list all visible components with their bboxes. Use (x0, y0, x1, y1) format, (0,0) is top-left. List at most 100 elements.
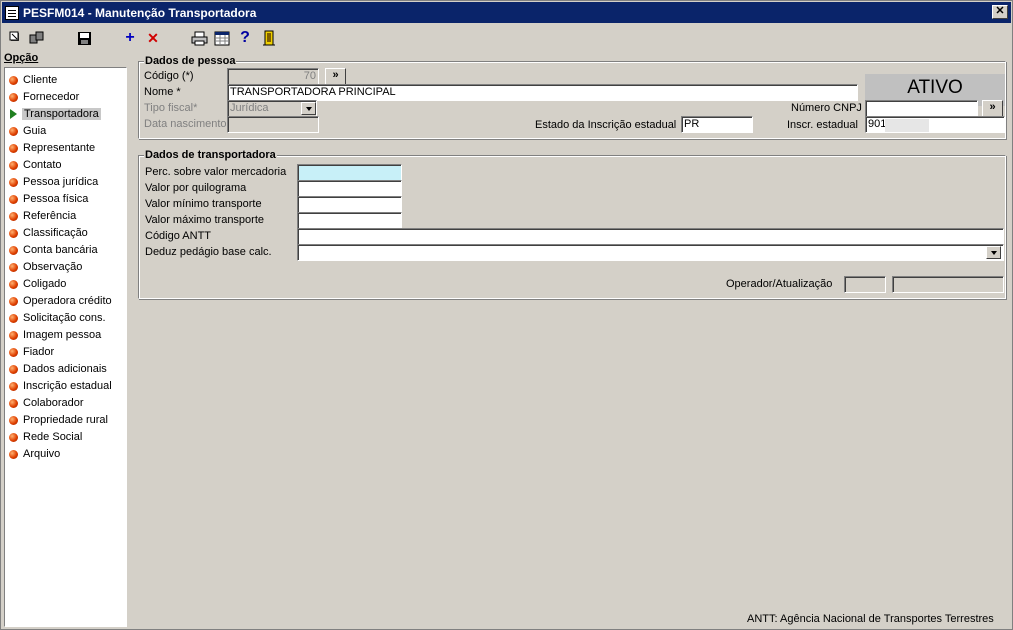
sidebar-item-label: Pessoa jurídica (23, 176, 99, 188)
sidebar-item-label: Pessoa física (23, 193, 89, 205)
sidebar-item-label: Cliente (23, 74, 58, 86)
bullet-icon (9, 160, 18, 170)
valor-kg-field[interactable] (297, 180, 402, 197)
sidebar-item-classificacao[interactable]: Classificação (9, 225, 88, 241)
perc-field[interactable] (297, 164, 402, 181)
inscr-estadual-label: Inscr. estadual (787, 119, 858, 131)
sidebar-item-fornecedor[interactable]: Fornecedor (9, 89, 79, 105)
grid-icon[interactable] (212, 28, 232, 48)
sidebar-item-guia[interactable]: Guia (9, 123, 46, 139)
first-icon[interactable] (6, 28, 26, 48)
sidebar-item-referencia[interactable]: Referência (9, 208, 76, 224)
sidebar-item-rede-social[interactable]: Rede Social (9, 429, 82, 445)
data-nascimento-label: Data nascimento (144, 118, 227, 130)
sidebar-item-label: Fornecedor (23, 91, 80, 103)
bullet-icon (9, 92, 18, 102)
valor-minimo-field[interactable] (297, 196, 402, 213)
bullet-icon (9, 245, 18, 255)
valor-kg-label: Valor por quilograma (145, 182, 247, 194)
sidebar-item-label: Observação (23, 261, 83, 273)
bullet-icon (9, 177, 18, 187)
sidebar-item-fiador[interactable]: Fiador (9, 344, 54, 360)
arrow-right-icon (10, 109, 17, 119)
sidebar-item-label: Rede Social (23, 431, 83, 443)
sidebar-item-conta-bancaria[interactable]: Conta bancária (9, 242, 98, 258)
sidebar-item-arquivo[interactable]: Arquivo (9, 446, 60, 462)
help-icon[interactable]: ? (235, 28, 255, 48)
main-window: PESFM014 - Manutenção Transportadora ✕ +… (0, 0, 1013, 630)
sidebar-item-inscricao-estadual[interactable]: Inscrição estadual (9, 378, 112, 394)
codigo-antt-label: Código ANTT (145, 230, 212, 242)
valor-maximo-label: Valor máximo transporte (145, 214, 265, 226)
sidebar-item-label: Coligado (23, 278, 67, 290)
bullet-icon (9, 143, 18, 153)
sidebar-item-transportadora[interactable]: Transportadora (9, 106, 101, 122)
nome-field[interactable]: TRANSPORTADORA PRINCIPAL (227, 84, 858, 101)
sidebar-item-pessoa-juridica[interactable]: Pessoa jurídica (9, 174, 98, 190)
sidebar-item-label: Classificação (23, 227, 88, 239)
operador-label: Operador/Atualização (726, 278, 833, 290)
sidebar-item-colaborador[interactable]: Colaborador (9, 395, 84, 411)
perc-label: Perc. sobre valor mercadoria (145, 166, 287, 178)
sidebar-item-label: Propriedade rural (23, 414, 108, 426)
codigo-field[interactable]: 70 (227, 68, 319, 85)
bullet-icon (9, 279, 18, 289)
bullet-icon (9, 211, 18, 221)
print-icon[interactable] (189, 28, 209, 48)
cnpj-field[interactable] (865, 100, 978, 117)
tipo-fiscal-chevron-down-icon[interactable] (301, 102, 316, 115)
sidebar-item-observacao[interactable]: Observação (9, 259, 82, 275)
title-bar: PESFM014 - Manutenção Transportadora ✕ (2, 2, 1011, 23)
pessoa-legend: Dados de pessoa (144, 55, 237, 67)
sidebar-item-label: Referência (23, 210, 77, 222)
sidebar-item-label: Fiador (23, 346, 55, 358)
delete-icon[interactable]: ✕ (143, 28, 163, 48)
sidebar-item-propriedade-rural[interactable]: Propriedade rural (9, 412, 108, 428)
valor-maximo-field[interactable] (297, 212, 402, 229)
codigo-antt-field[interactable] (297, 228, 1004, 245)
footer-note: ANTT: Agência Nacional de Transportes Te… (747, 613, 994, 625)
close-button[interactable]: ✕ (992, 5, 1008, 19)
exit-icon[interactable] (259, 28, 279, 48)
sidebar-item-coligado[interactable]: Coligado (9, 276, 66, 292)
sidebar-item-contato[interactable]: Contato (9, 157, 62, 173)
bullet-icon (9, 75, 18, 85)
pessoa-group: Dados de pessoa Código (*) 70 » Nome * T… (138, 55, 1006, 139)
nome-label: Nome * (144, 86, 181, 98)
previous-icon[interactable] (27, 28, 47, 48)
transportadora-legend: Dados de transportadora (144, 149, 277, 161)
cnpj-label: Número CNPJ (791, 102, 862, 114)
bullet-icon (9, 330, 18, 340)
data-nascimento-field[interactable] (227, 116, 319, 133)
valor-minimo-label: Valor mínimo transporte (145, 198, 262, 210)
add-icon[interactable]: + (120, 28, 140, 48)
deduz-pedagio-select[interactable] (297, 244, 1004, 261)
sidebar-item-solicitacao-cons[interactable]: Solicitação cons. (9, 310, 106, 326)
estado-ie-label: Estado da Inscrição estadual (535, 119, 677, 131)
cnpj-lookup-button[interactable]: » (982, 100, 1003, 117)
bullet-icon (9, 381, 18, 391)
codigo-lookup-button[interactable]: » (325, 68, 346, 85)
sidebar-item-label: Dados adicionais (23, 363, 107, 375)
sidebar-item-operadora-credito[interactable]: Operadora crédito (9, 293, 112, 309)
bullet-icon (9, 126, 18, 136)
sidebar-item-label: Inscrição estadual (23, 380, 112, 392)
sidebar-item-imagem-pessoa[interactable]: Imagem pessoa (9, 327, 101, 343)
sidebar-item-cliente[interactable]: Cliente (9, 72, 57, 88)
sidebar-item-label: Solicitação cons. (23, 312, 106, 324)
sidebar-item-label: Guia (23, 125, 47, 137)
deduz-pedagio-chevron-down-icon[interactable] (986, 246, 1001, 259)
sidebar-item-representante[interactable]: Representante (9, 140, 95, 156)
deduz-pedagio-label: Deduz pedágio base calc. (145, 246, 272, 258)
sidebar-header: Opção (4, 52, 39, 64)
sidebar-item-label: Arquivo (23, 448, 61, 460)
window-title: PESFM014 - Manutenção Transportadora (23, 5, 257, 20)
atualizacao-field (892, 276, 1004, 293)
sidebar-item-label: Colaborador (23, 397, 84, 409)
sidebar-item-label: Contato (23, 159, 62, 171)
estado-ie-field[interactable]: PR (681, 116, 753, 133)
save-icon[interactable] (74, 28, 94, 48)
sidebar-item-pessoa-fisica[interactable]: Pessoa física (9, 191, 88, 207)
sidebar-item-dados-adicionais[interactable]: Dados adicionais (9, 361, 107, 377)
tipo-fiscal-label: Tipo fiscal* (144, 102, 198, 114)
